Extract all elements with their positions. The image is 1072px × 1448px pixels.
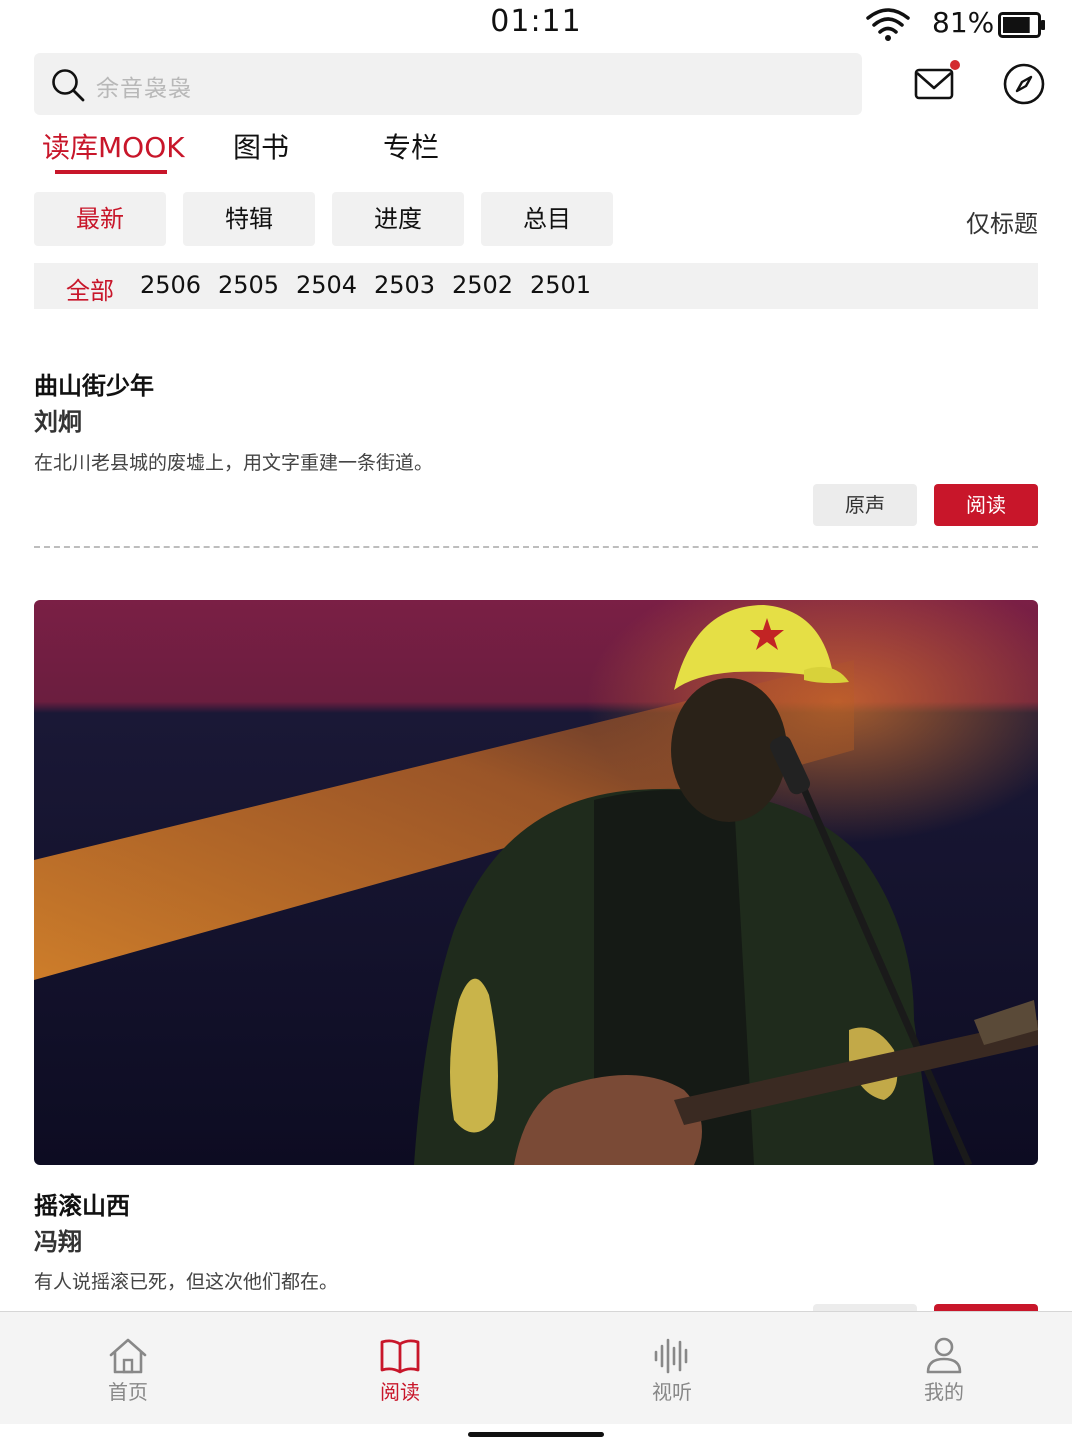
book-icon	[380, 1339, 420, 1374]
read-button[interactable]: 阅读	[934, 484, 1038, 526]
main-tabs: 读库MOOK 图书 专栏	[0, 122, 1072, 178]
tab-books[interactable]: 图书	[233, 126, 289, 166]
issue-2503[interactable]: 2503	[374, 271, 435, 299]
notification-dot	[950, 60, 960, 70]
article-author: 刘炯	[34, 407, 82, 436]
audio-wave-icon	[654, 1338, 688, 1374]
nav-home-label: 首页	[108, 1380, 148, 1404]
active-tab-underline	[55, 170, 167, 174]
article-description: 在北川老县城的废墟上，用文字重建一条街道。	[34, 452, 434, 474]
battery-percent: 81%	[932, 6, 995, 39]
article-title[interactable]: 曲山街少年	[34, 366, 154, 401]
nav-audio-video-label: 视听	[652, 1380, 692, 1404]
tab-columns[interactable]: 专栏	[383, 126, 439, 166]
article-title[interactable]: 摇滚山西	[34, 1186, 130, 1221]
home-indicator	[468, 1432, 604, 1437]
divider	[34, 546, 1038, 548]
issue-2505[interactable]: 2505	[218, 271, 279, 299]
original-voice-button[interactable]: 原声	[813, 484, 917, 526]
nav-profile[interactable]: 我的	[810, 1312, 1072, 1425]
search-icon	[52, 69, 85, 102]
search-input[interactable]: 余音袅袅	[34, 53, 862, 115]
cover-illustration	[34, 600, 1038, 1165]
issue-2504[interactable]: 2504	[296, 271, 357, 299]
bottom-nav: 首页 阅读 视听 我的	[0, 1311, 1072, 1424]
title-only-toggle[interactable]: 仅标题	[966, 204, 1038, 239]
nav-audio-video[interactable]: 视听	[538, 1312, 806, 1425]
issue-2502[interactable]: 2502	[452, 271, 513, 299]
article-author: 冯翔	[34, 1227, 82, 1256]
filter-index-button[interactable]: 总目	[481, 192, 613, 246]
issue-all[interactable]: 全部	[66, 271, 114, 306]
nav-profile-label: 我的	[924, 1380, 964, 1404]
nav-reading-label: 阅读	[380, 1380, 420, 1404]
nav-reading[interactable]: 阅读	[266, 1312, 534, 1425]
compass-icon[interactable]	[1002, 62, 1046, 106]
battery-icon	[998, 12, 1045, 38]
search-placeholder: 余音袅袅	[96, 76, 192, 102]
wifi-icon	[866, 8, 910, 41]
home-icon	[109, 1338, 147, 1374]
article-description: 有人说摇滚已死，但这次他们都在。	[34, 1271, 339, 1293]
issue-filter-row: 全部 2506 2505 2504 2503 2502 2501	[34, 263, 1038, 309]
issue-2506[interactable]: 2506	[140, 271, 201, 299]
filter-latest-button[interactable]: 最新	[34, 192, 166, 246]
article-cover-image[interactable]	[34, 600, 1038, 1165]
nav-home[interactable]: 首页	[0, 1312, 262, 1425]
person-icon	[926, 1337, 962, 1374]
status-bar: 01:11 81%	[0, 0, 1072, 48]
tab-mook[interactable]: 读库MOOK	[42, 126, 185, 166]
issue-2501[interactable]: 2501	[530, 271, 591, 299]
filter-progress-button[interactable]: 进度	[332, 192, 464, 246]
filter-special-button[interactable]: 特辑	[183, 192, 315, 246]
